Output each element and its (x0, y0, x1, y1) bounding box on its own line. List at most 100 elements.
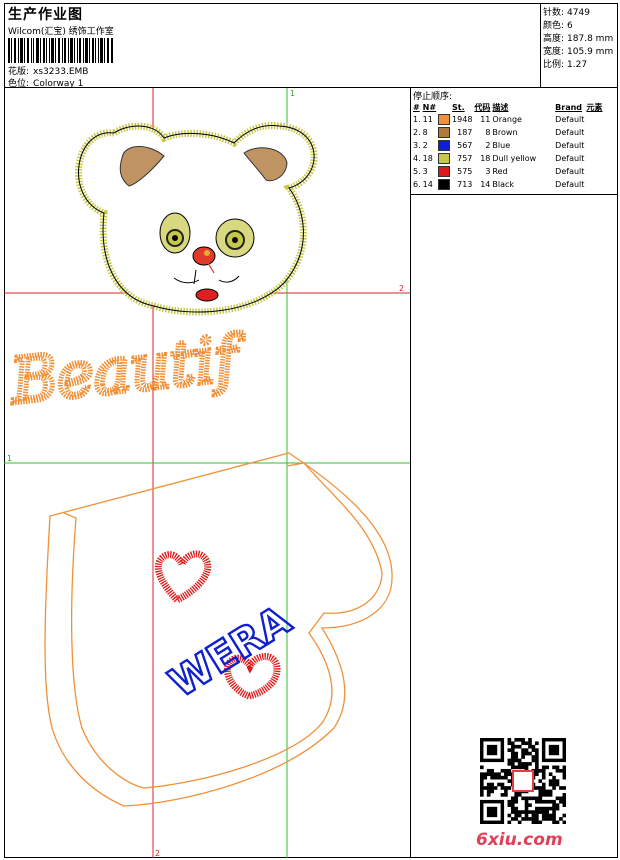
qr-module (517, 744, 522, 749)
qr-module (514, 817, 519, 821)
qr-module (559, 799, 563, 804)
row-brand: Default (555, 180, 585, 189)
qr-module (528, 810, 532, 814)
qr-module (535, 799, 539, 804)
color-swatch (437, 152, 451, 165)
info-label: 针数: (543, 8, 565, 18)
qr-module (510, 744, 515, 749)
qr-module (535, 796, 539, 801)
qr-module (528, 762, 532, 766)
qr-module (548, 772, 553, 777)
info-value: 6 (567, 21, 573, 31)
qr-module (559, 768, 563, 773)
bear-head (75, 121, 318, 316)
qr-module (528, 744, 532, 749)
info-height: 高度: 187.8 mm (543, 31, 613, 44)
table-row: 5. 3 575 3 Red Default (412, 165, 603, 178)
row-description: Brown (492, 128, 518, 137)
qr-module (541, 772, 546, 777)
qr-module (538, 810, 543, 814)
red-heart-top (154, 550, 212, 605)
qr-module (490, 786, 494, 790)
col-header: St. (452, 102, 465, 112)
qr-module (510, 751, 515, 756)
qr-module (507, 762, 512, 766)
qr-module (541, 793, 546, 797)
qr-module (517, 758, 522, 763)
qr-module (510, 741, 515, 746)
qr-module (510, 762, 515, 766)
qr-module (538, 793, 543, 797)
qr-module (507, 803, 512, 807)
qr-module (486, 793, 491, 797)
qr-module (541, 813, 546, 818)
qr-module (555, 782, 560, 787)
qr-module (480, 775, 484, 780)
qr-module (548, 813, 553, 818)
qr-module (562, 793, 566, 797)
qr-module (545, 765, 549, 770)
qr-module (500, 768, 505, 773)
qr-module (545, 799, 549, 804)
qr-module (514, 810, 519, 814)
qr-module (524, 810, 529, 814)
row-stitches: 187 (457, 128, 473, 137)
qr-module (500, 786, 505, 790)
row-stitches: 1948 (452, 115, 473, 124)
thread-color-swatch (438, 140, 451, 151)
qr-module (562, 796, 566, 801)
qr-module (555, 806, 560, 811)
qr-module (521, 738, 525, 742)
table-row: 1. 11 1948 11 Orange Default (412, 113, 603, 126)
qr-module (521, 817, 525, 821)
row-brand: Default (555, 128, 585, 137)
qr-module (535, 765, 539, 770)
qr-module (514, 755, 519, 759)
qr-module (562, 765, 566, 770)
qr-module (552, 820, 556, 824)
qr-module (514, 765, 519, 770)
heart-outline-outer (44, 452, 393, 807)
qr-module (555, 803, 560, 807)
qr-module (538, 786, 543, 790)
qr-module (521, 762, 525, 766)
qr-module (517, 810, 522, 814)
qr-module (531, 810, 536, 814)
table-row: 3. 2 567 2 Blue Default (412, 139, 603, 152)
thread-color-swatch (438, 166, 451, 177)
qr-module (521, 755, 525, 759)
qr-module (528, 803, 532, 807)
qr-module (510, 748, 515, 752)
qr-module (538, 820, 543, 824)
qr-module (541, 817, 546, 821)
row-element (585, 126, 603, 139)
qr-module (504, 768, 508, 773)
qr-module (528, 751, 532, 756)
qr-module (486, 789, 491, 794)
qr-module (507, 758, 512, 763)
qr-module (531, 796, 536, 801)
qr-module (517, 765, 522, 770)
qr-module (531, 813, 536, 818)
qr-module (510, 817, 515, 821)
info-colors: 颜色: 6 (543, 18, 573, 31)
qr-module (483, 786, 488, 790)
qr-module (507, 748, 512, 752)
qr-module (535, 820, 539, 824)
qr-module (507, 779, 512, 783)
row-description: Black (492, 180, 515, 189)
qr-module (500, 782, 505, 787)
qr-module (531, 755, 536, 759)
qr-module (510, 758, 515, 763)
qr-module (483, 775, 488, 780)
qr-module (541, 799, 546, 804)
row-needle: 18 (422, 154, 433, 163)
qr-module (524, 803, 529, 807)
qr-module (535, 786, 539, 790)
row-code: 8 (485, 128, 491, 137)
qr-module (524, 762, 529, 766)
qr-finder (486, 806, 498, 818)
qr-module (486, 772, 491, 777)
qr-module (535, 751, 539, 756)
heart-outline-inner (63, 462, 383, 789)
